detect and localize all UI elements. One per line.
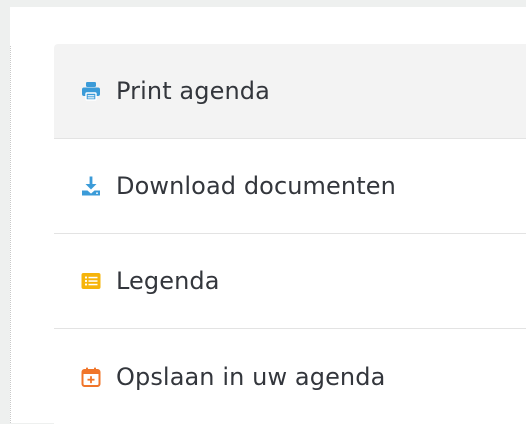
menu-item-label: Download documenten (116, 172, 396, 200)
menu-item-label: Legenda (116, 267, 220, 295)
menu-item-print-agenda[interactable]: Print agenda (54, 44, 526, 139)
download-icon (80, 175, 102, 197)
list-icon (80, 270, 102, 292)
menu-item-download-documenten[interactable]: Download documenten (54, 139, 526, 234)
print-icon (80, 80, 102, 102)
menu-item-label: Opslaan in uw agenda (116, 362, 386, 391)
menu-item-label: Print agenda (116, 77, 270, 105)
menu-item-opslaan-in-agenda[interactable]: Opslaan in uw agenda (54, 329, 526, 424)
panel-divider (10, 46, 11, 423)
calendar-add-icon (80, 366, 102, 388)
menu-item-legenda[interactable]: Legenda (54, 234, 526, 329)
agenda-actions-menu: Print agenda Download documenten Legenda… (54, 44, 526, 424)
